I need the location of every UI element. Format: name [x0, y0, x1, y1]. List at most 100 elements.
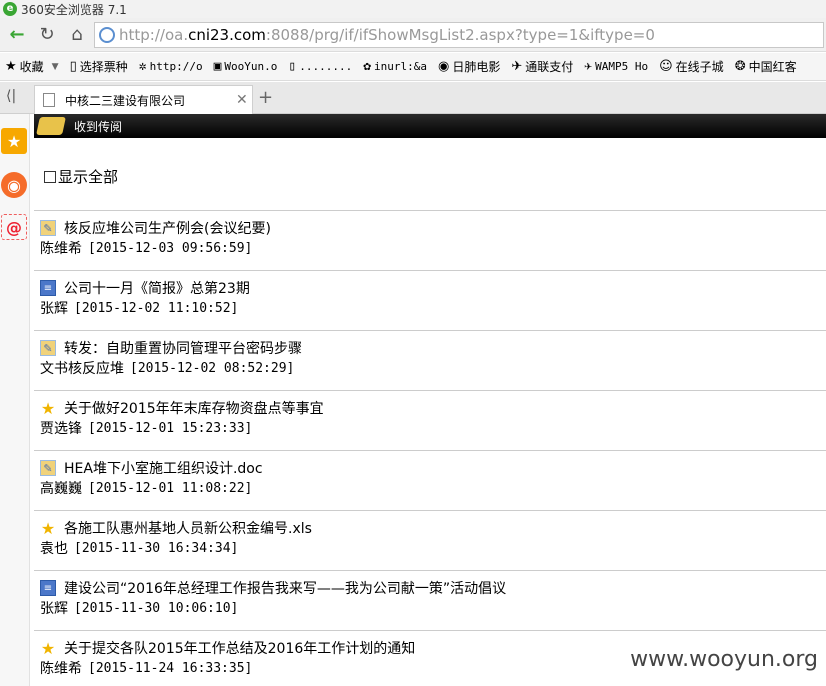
- globe-icon: [99, 26, 115, 43]
- message-meta: 文书核反应堆 [2015-12-02 08:52:29]: [40, 358, 826, 378]
- message-title-link[interactable]: 核反应堆公司生产例会(会议纪要): [64, 218, 271, 238]
- bookmark-item[interactable]: ☺ 在线子城: [659, 58, 724, 75]
- message-title-link[interactable]: 转发：自助重置协同管理平台密码步骤: [64, 338, 302, 358]
- message-title-link[interactable]: HEA堆下小室施工组织设计.doc: [64, 458, 263, 478]
- message-title-link[interactable]: 关于做好2015年年末库存物资盘点等事宜: [64, 398, 324, 418]
- active-tab[interactable]: 中核二三建设有限公司 ✕: [34, 85, 253, 114]
- message-title-row[interactable]: ★ 各施工队惠州基地人员新公积金编号.xls: [40, 518, 826, 538]
- pay-icon: ✈: [584, 59, 593, 74]
- message-title-row[interactable]: ✎ 转发：自助重置协同管理平台密码步骤: [40, 338, 826, 358]
- bookmark-label: WAMP5 Ho: [595, 60, 649, 73]
- bookmark-label: inurl:&a: [374, 60, 428, 73]
- message-timestamp: [2015-11-30 16:34:34]: [74, 540, 239, 556]
- back-arrow-icon[interactable]: ←: [4, 22, 30, 48]
- bookmark-label: WooYun.o: [224, 60, 278, 73]
- favorites-star-icon[interactable]: ★: [1, 128, 27, 154]
- tab-list-icon[interactable]: ⟨|: [6, 88, 16, 104]
- sender-name: 高巍巍: [40, 481, 82, 497]
- browser-logo-icon: e: [3, 2, 17, 16]
- page-icon: ▯: [69, 59, 77, 74]
- bookmark-label: 在线子城: [675, 60, 724, 74]
- bookmark-item[interactable]: ✈ WAMP5 Ho: [584, 59, 648, 74]
- address-bar[interactable]: http://oa. cni23.com:8088/prg/if/ifShowMs…: [94, 21, 824, 48]
- message-title-row[interactable]: ✎ HEA堆下小室施工组织设计.doc: [40, 458, 826, 478]
- url-host: cni23.com: [188, 25, 266, 44]
- home-icon[interactable]: ⌂: [64, 22, 90, 48]
- list-item[interactable]: ★ 关于做好2015年年末库存物资盘点等事宜 贾选锋 [2015-12-01 15:2…: [34, 390, 826, 450]
- message-timestamp: [2015-12-02 11:10:52]: [74, 300, 239, 316]
- message-title-row[interactable]: ✎ 核反应堆公司生产例会(会议纪要): [40, 218, 826, 238]
- page-header: 收到传阅: [34, 114, 826, 138]
- show-all-option[interactable]: 显示全部: [44, 166, 118, 187]
- chevron-down-icon[interactable]: ▼: [52, 62, 59, 72]
- message-meta: 张辉 [2015-11-30 10:06:10]: [40, 598, 826, 618]
- close-tab-icon[interactable]: ✕: [236, 92, 252, 108]
- play-icon: ◉: [438, 59, 450, 74]
- bookmark-item[interactable]: ✈ 通联支付: [511, 58, 573, 75]
- face-icon: ☺: [659, 59, 673, 74]
- message-title-row[interactable]: ★ 关于做好2015年年末库存物资盘点等事宜: [40, 398, 826, 418]
- list-item[interactable]: ★ 各施工队惠州基地人员新公积金编号.xls 袁也 [2015-11-30 16:34…: [34, 510, 826, 570]
- bookmark-label: 通联支付: [525, 60, 574, 74]
- bookmark-label: ........: [299, 60, 353, 73]
- header-title: 收到传阅: [74, 119, 123, 134]
- browser-sidebar: ★ ◉ @: [0, 114, 30, 686]
- star-icon: ★: [40, 398, 56, 418]
- new-tab-button[interactable]: +: [258, 87, 273, 108]
- book-icon: [36, 117, 66, 135]
- paw-icon: ✿: [363, 59, 372, 74]
- sender-name: 文书核反应堆: [40, 361, 124, 377]
- bookmark-item[interactable]: ▣ WooYun.o: [214, 59, 278, 74]
- bookmark-item[interactable]: ★ 收藏 ▼: [5, 58, 59, 75]
- bookmark-item[interactable]: ✲ http://o: [139, 59, 203, 74]
- message-meta: 张辉 [2015-12-02 11:10:52]: [40, 298, 826, 318]
- gear-icon: ✲: [138, 59, 147, 74]
- bookmark-item[interactable]: ▯........: [288, 59, 352, 74]
- message-timestamp: [2015-11-30 10:06:10]: [74, 600, 239, 616]
- url-prefix: http://oa.: [119, 25, 189, 44]
- pay-icon: ✈: [511, 59, 523, 74]
- bookmark-item[interactable]: ❂ 中国红客: [735, 58, 797, 75]
- bookmark-label: 收藏: [19, 60, 44, 74]
- message-title-link[interactable]: 各施工队惠州基地人员新公积金编号.xls: [64, 518, 312, 538]
- message-list: ✎ 核反应堆公司生产例会(会议纪要) 陈维希 [2015-12-03 09:56:59…: [34, 210, 826, 686]
- list-item[interactable]: ≡ 公司十一月《简报》总第23期 张辉 [2015-12-02 11:10:52]: [34, 270, 826, 330]
- bookmark-item[interactable]: ◉ 日肺电影: [438, 58, 500, 75]
- message-meta: 袁也 [2015-11-30 16:34:34]: [40, 538, 826, 558]
- bookmark-label: 日肺电影: [452, 60, 501, 74]
- message-title-row[interactable]: ≡ 公司十一月《简报》总第23期: [40, 278, 826, 298]
- badge-icon: ❂: [734, 59, 746, 74]
- page-content: 收到传阅 显示全部 ✎ 核反应堆公司生产例会(会议纪要) 陈维希 [2015-12-0…: [34, 114, 826, 686]
- message-title-link[interactable]: 建设公司“2016年总经理工作报告我来写——我为公司献一策”活动倡议: [64, 578, 506, 598]
- star-icon: ★: [5, 59, 17, 74]
- bookmark-item[interactable]: ✿ inurl:&a: [363, 59, 427, 74]
- sender-name: 陈维希: [40, 661, 82, 677]
- list-item[interactable]: ✎ 核反应堆公司生产例会(会议纪要) 陈维希 [2015-12-03 09:56:59…: [34, 210, 826, 270]
- list-item[interactable]: ≡ 建设公司“2016年总经理工作报告我来写——我为公司献一策”活动倡议 张辉 [20…: [34, 570, 826, 630]
- window-title-bar: e 360安全浏览器 7.1: [0, 0, 826, 18]
- message-title-link[interactable]: 关于提交各队2015年工作总结及2016年工作计划的通知: [64, 638, 415, 658]
- bookmark-label: http://o: [149, 60, 203, 73]
- message-timestamp: [2015-12-02 08:52:29]: [130, 360, 295, 376]
- bookmark-label: 选择票种: [79, 60, 128, 74]
- sender-name: 袁也: [40, 541, 68, 557]
- list-item[interactable]: ✎ 转发：自助重置协同管理平台密码步骤文书核反应堆 [2015-12-02 08:5…: [34, 330, 826, 390]
- document-icon: ≡: [40, 580, 56, 596]
- window-title: 360安全浏览器 7.1: [21, 2, 127, 17]
- sender-name: 陈维希: [40, 241, 82, 257]
- message-title-link[interactable]: 公司十一月《简报》总第23期: [64, 278, 250, 298]
- message-timestamp: [2015-12-01 11:08:22]: [88, 480, 253, 496]
- list-item[interactable]: ✎ HEA堆下小室施工组织设计.doc 高巍巍 [2015-12-01 11:08:2…: [34, 450, 826, 510]
- message-timestamp: [2015-11-24 16:33:35]: [88, 660, 253, 676]
- tab-bar: ⟨| 中核二三建设有限公司 ✕ +: [0, 82, 826, 114]
- message-title-row[interactable]: ≡ 建设公司“2016年总经理工作报告我来写——我为公司献一策”活动倡议: [40, 578, 826, 598]
- mail-at-icon[interactable]: @: [1, 214, 27, 240]
- bookmark-item[interactable]: ▯ 选择票种: [70, 58, 128, 75]
- refresh-icon[interactable]: ↻: [34, 22, 60, 48]
- tab-title: 中核二三建设有限公司: [65, 93, 186, 108]
- show-all-checkbox[interactable]: [44, 170, 56, 183]
- pen-icon: ✎: [40, 460, 56, 476]
- message-timestamp: [2015-12-01 15:23:33]: [88, 420, 253, 436]
- message-timestamp: [2015-12-03 09:56:59]: [88, 240, 253, 256]
- weibo-icon[interactable]: ◉: [1, 172, 27, 198]
